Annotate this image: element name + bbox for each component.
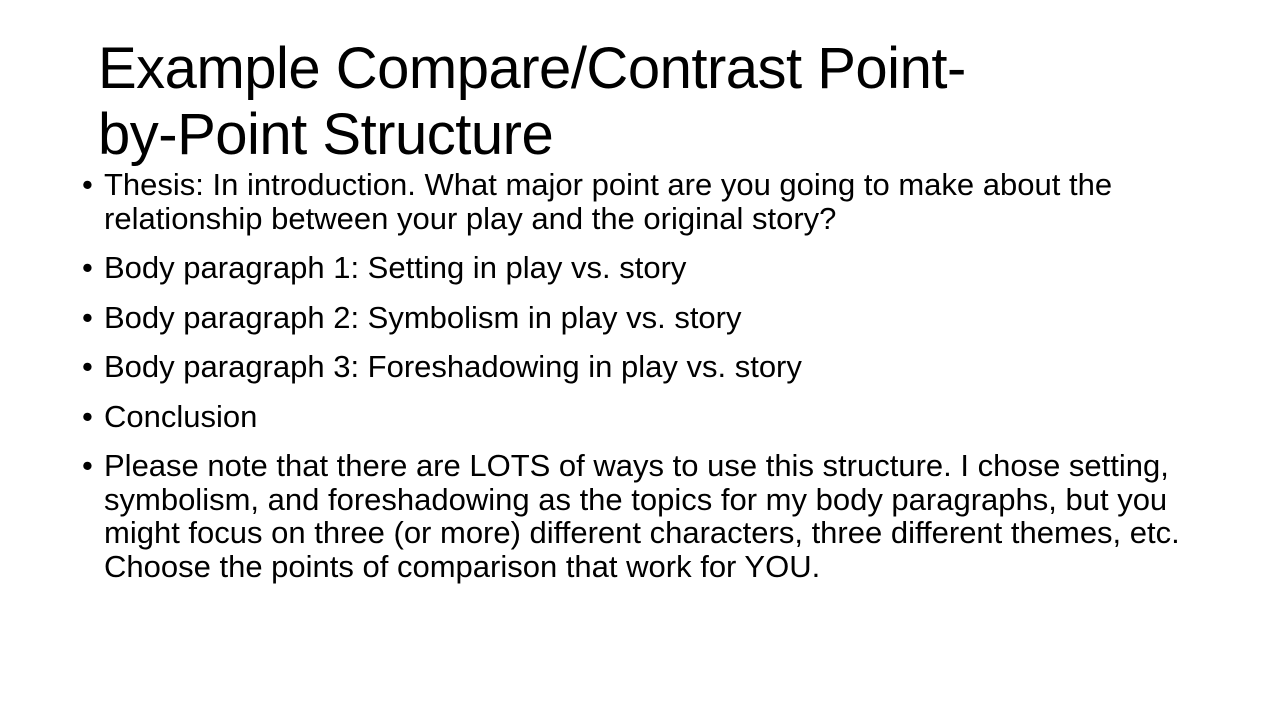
list-item-text: Body paragraph 1: Setting in play vs. st… [104, 250, 687, 285]
list-item-body-paragraph-3: • Body paragraph 3: Foreshadowing in pla… [80, 350, 1210, 384]
list-item-body-paragraph-1: • Body paragraph 1: Setting in play vs. … [80, 251, 1210, 285]
list-item-body-paragraph-2: • Body paragraph 2: Symbolism in play vs… [80, 299, 1210, 335]
list-item-text: Please note that there are LOTS of ways … [104, 448, 1180, 584]
bullet-point-icon: • [82, 398, 93, 434]
bullet-point-icon: • [82, 448, 93, 483]
list-item-text: Body paragraph 2: Symbolism in play vs. … [104, 299, 742, 335]
bullet-list: • Thesis: In introduction. What major po… [80, 168, 1210, 583]
list-item-text: Conclusion [104, 398, 258, 434]
bullet-point-icon: • [82, 167, 93, 202]
bullet-point-icon: • [82, 349, 93, 384]
page-title: Example Compare/Contrast Point-by-Point … [98, 36, 966, 167]
bullet-point-icon: • [82, 250, 93, 285]
list-item-conclusion: • Conclusion [80, 398, 1210, 434]
list-item-text: Body paragraph 3: Foreshadowing in play … [104, 349, 802, 384]
list-item-note: • Please note that there are LOTS of way… [80, 449, 1210, 583]
list-item-thesis: • Thesis: In introduction. What major po… [80, 168, 1210, 235]
list-item-text: Thesis: In introduction. What major poin… [104, 167, 1113, 236]
slide-canvas: Example Compare/Contrast Point-by-Point … [0, 0, 1280, 720]
bullet-point-icon: • [82, 299, 93, 335]
